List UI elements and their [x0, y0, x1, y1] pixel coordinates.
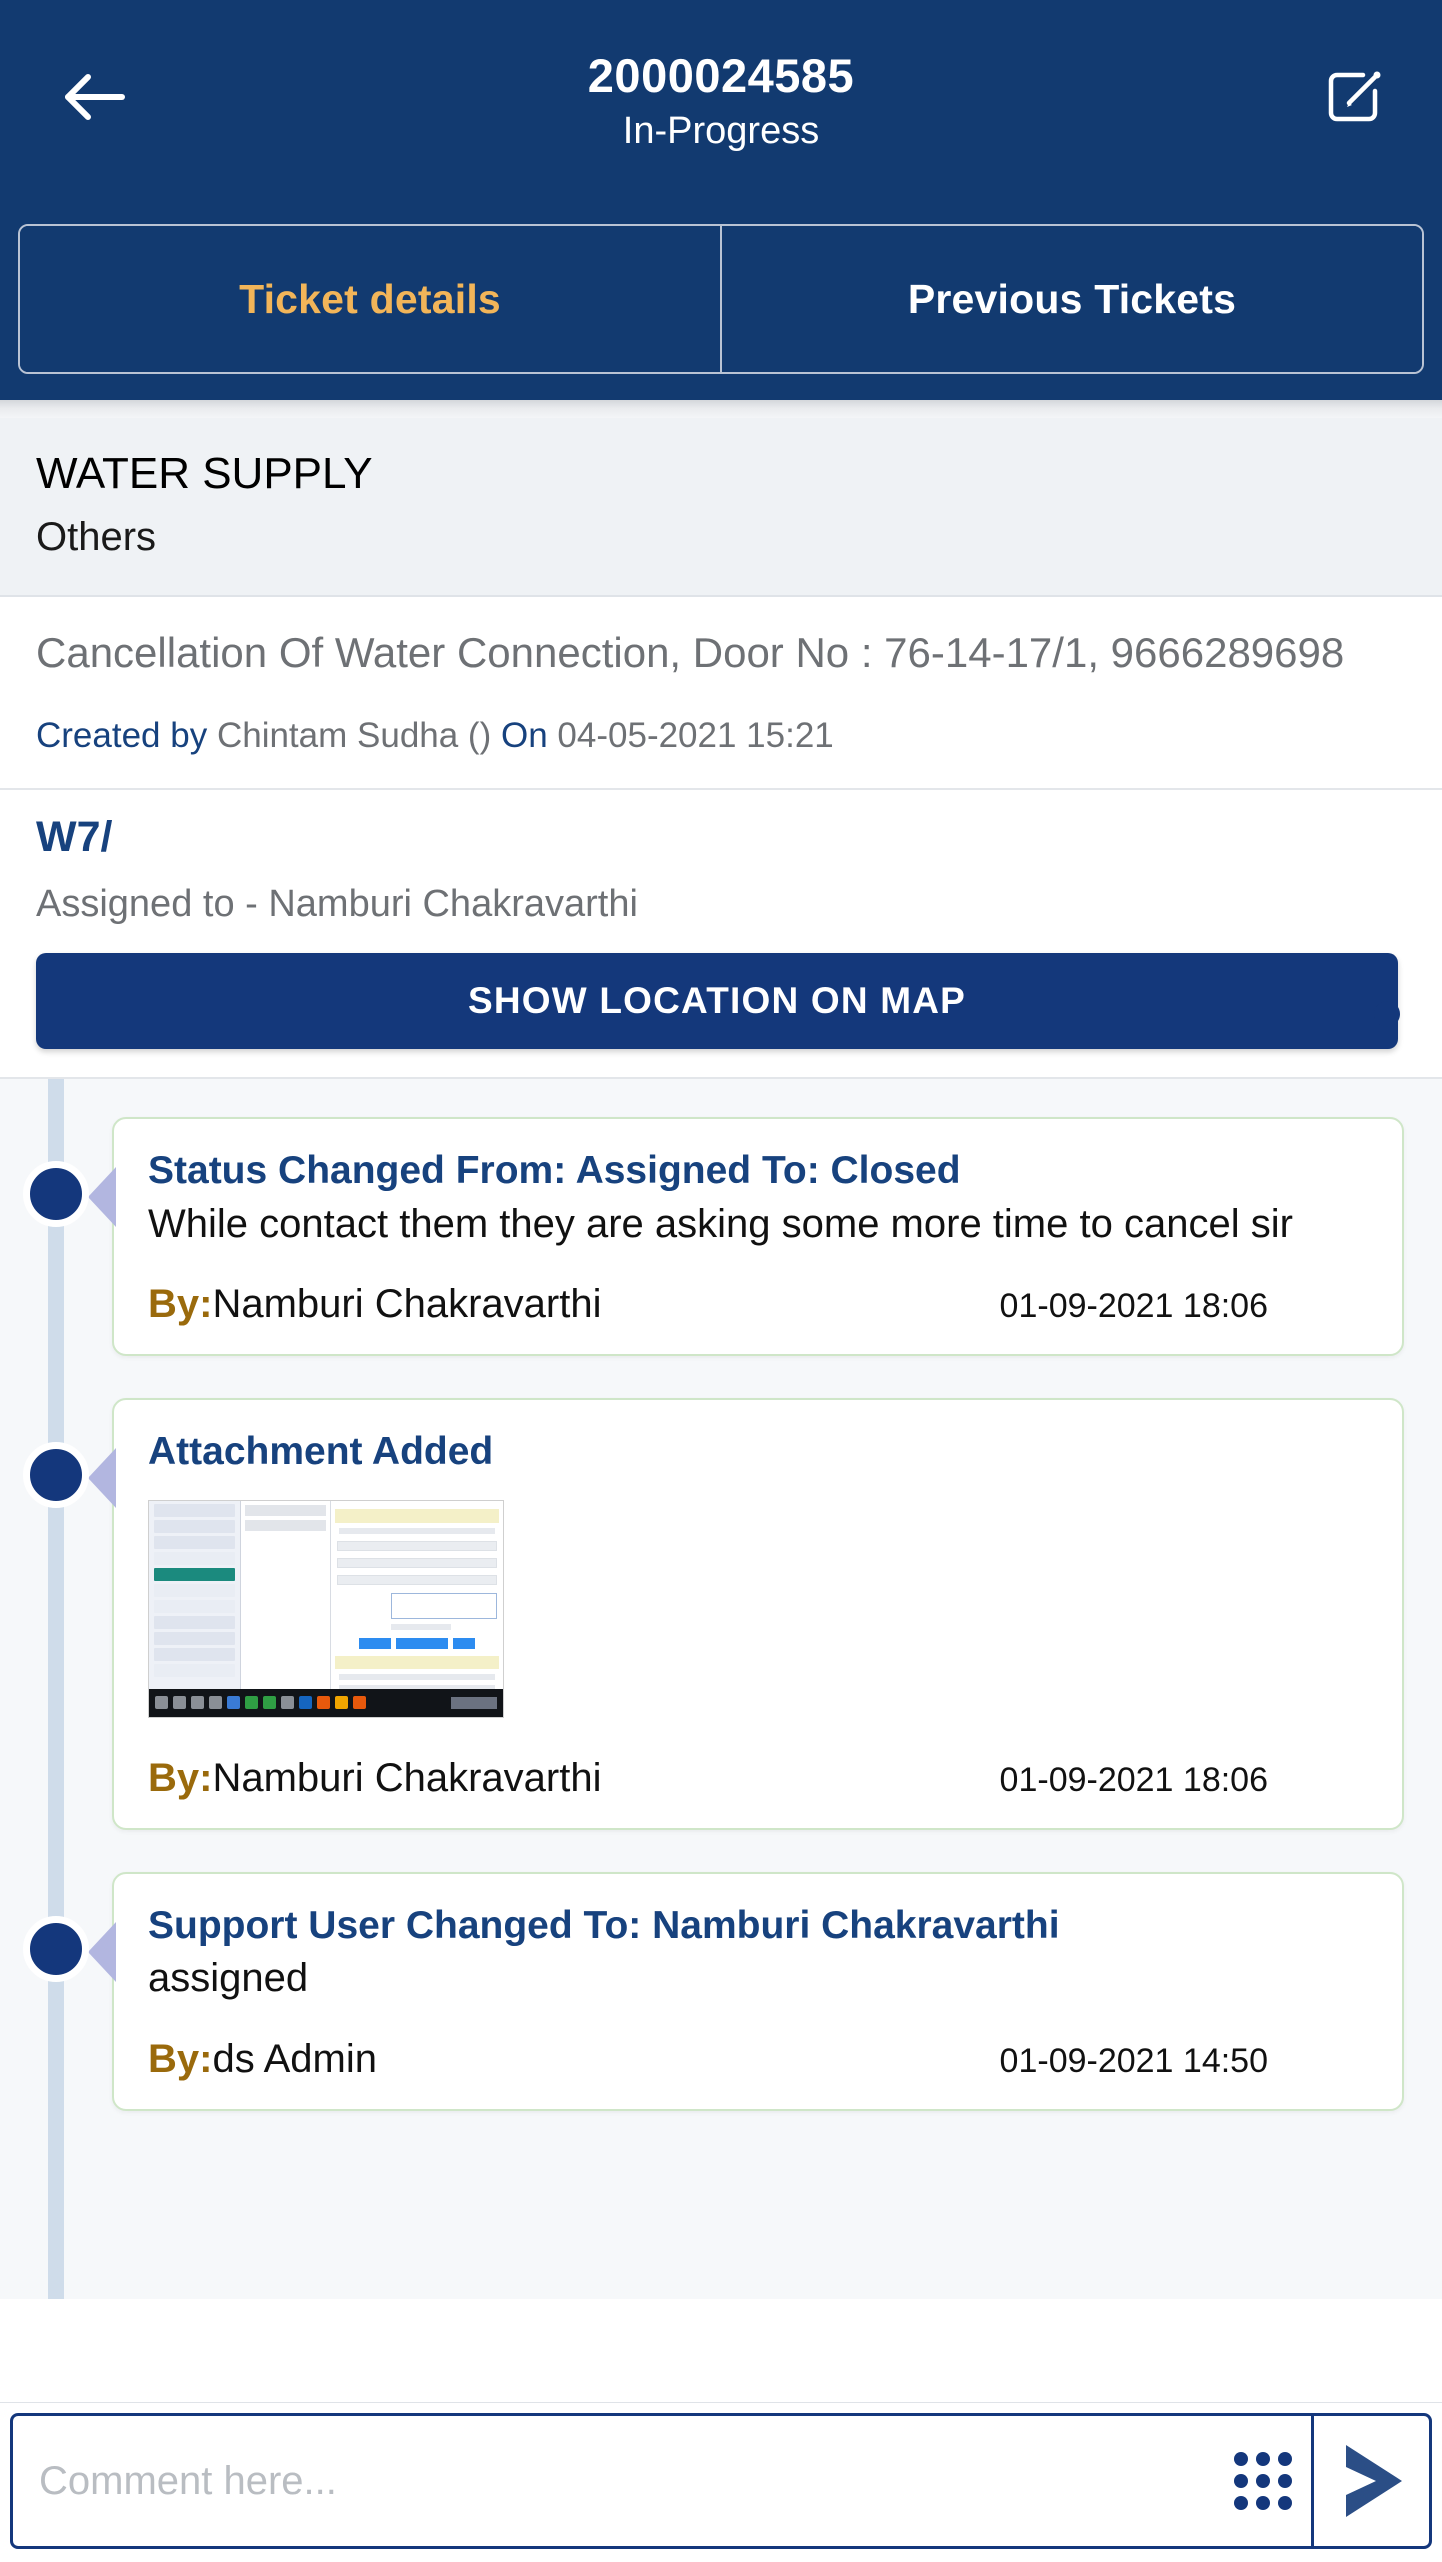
timeline-dot-icon [23, 1442, 89, 1509]
created-by-label: Created by [36, 715, 208, 755]
description-section: Cancellation Of Water Connection, Door N… [0, 597, 1442, 791]
thumb-taskbar [149, 1688, 503, 1717]
app-header: 2000024585 In-Progress [0, 0, 1442, 212]
timeline-arrow-icon [88, 1167, 116, 1228]
show-location-on-map-button[interactable]: SHOW LOCATION ON MAP [36, 953, 1398, 1050]
thumb-form-panel [331, 1500, 503, 1702]
created-on-label: On [500, 715, 548, 755]
by-label: By: [148, 2036, 213, 2081]
by-value: Namburi Chakravarthi [212, 1755, 602, 1800]
created-meta: Created by Chintam Sudha () On 04-05-202… [36, 713, 1406, 759]
timeline-card-body: assigned [148, 1956, 309, 2001]
ward-code: W7/ [36, 813, 113, 862]
by-value: ds Admin [212, 2036, 377, 2081]
header-divider [0, 400, 1442, 418]
timeline-card-body: While contact them they are asking some … [148, 1201, 1293, 1246]
comment-input[interactable] [13, 2416, 1215, 2546]
timeline-card-footer: By:Namburi Chakravarthi 01-09-2021 18:06 [148, 1754, 1368, 1802]
assigned-to-label: Assigned to - Namburi Chakravarthi [36, 882, 638, 925]
status-badge: In-Progress [622, 109, 820, 152]
by-label: By: [148, 1755, 213, 1800]
timeline-card-author: By:Namburi Chakravarthi [148, 1280, 601, 1328]
assignment-section: W7/ Assigned to - Namburi Chakravarthi S… [0, 790, 1442, 1078]
page-title: 2000024585 [587, 49, 855, 102]
timeline-item: Attachment Added By:Namburi Chakravarthi… [0, 1398, 1442, 1830]
tab-previous-tickets[interactable]: Previous Tickets [720, 226, 1422, 372]
timeline-card-timestamp: 01-09-2021 18:06 [999, 1760, 1268, 1799]
comment-bar [0, 2402, 1442, 2562]
timeline-card-footer: By:Namburi Chakravarthi 01-09-2021 18:06 [148, 1280, 1368, 1328]
timeline-card-timestamp: 01-09-2021 14:50 [999, 2041, 1268, 2080]
timeline-card-title: Status Changed From: Assigned To: Closed [148, 1149, 961, 1193]
send-arrow-icon [1345, 2445, 1402, 2517]
timeline-card-author: By:ds Admin [148, 2035, 377, 2083]
created-on-value: 04-05-2021 15:21 [557, 715, 834, 755]
timeline-card-title: Support User Changed To: Namburi Chakrav… [148, 1903, 1060, 1947]
category-section: WATER SUPPLY Others [0, 418, 1442, 598]
send-comment-button[interactable] [1311, 2416, 1429, 2546]
tab-ticket-details[interactable]: Ticket details [20, 226, 720, 372]
timeline-card-timestamp: 01-09-2021 18:06 [999, 1287, 1268, 1326]
attachment-thumbnail[interactable] [148, 1499, 504, 1718]
created-by-value: Chintam Sudha () [216, 715, 492, 755]
tab-bar: Ticket details Previous Tickets [0, 212, 1442, 400]
thumb-midpanel [241, 1500, 331, 1689]
timeline-arrow-icon [88, 1921, 116, 1982]
by-label: By: [148, 1282, 213, 1327]
header-title-group: 2000024585 In-Progress [0, 36, 1442, 152]
timeline-card-title: Attachment Added [148, 1430, 494, 1474]
complaint-description: Cancellation Of Water Connection, Door N… [36, 629, 1345, 677]
timeline-card[interactable]: Support User Changed To: Namburi Chakrav… [112, 1871, 1404, 2111]
arrow-left-icon [65, 74, 125, 120]
timeline-dot-icon [23, 1161, 89, 1228]
complaint-type-label: Others [36, 514, 157, 559]
timeline-dot-icon [23, 1915, 89, 1982]
timeline-arrow-icon [88, 1448, 116, 1509]
grid-dots-icon [1234, 2452, 1292, 2510]
timeline-card-author: By:Namburi Chakravarthi [148, 1754, 601, 1802]
thumb-sidebar [149, 1500, 241, 1689]
timeline-card[interactable]: Attachment Added By:Namburi Chakravarthi… [112, 1398, 1404, 1830]
by-value: Namburi Chakravarthi [212, 1282, 602, 1327]
attachment-grid-button[interactable] [1215, 2416, 1311, 2546]
map-button-row: SHOW LOCATION ON MAP [36, 953, 1406, 1077]
back-button[interactable] [52, 54, 138, 140]
timeline-item: Status Changed From: Assigned To: Closed… [0, 1117, 1442, 1357]
timeline-item: Support User Changed To: Namburi Chakrav… [0, 1871, 1442, 2111]
timeline-card-footer: By:ds Admin 01-09-2021 14:50 [148, 2035, 1368, 2083]
edit-square-pencil-icon [1328, 71, 1381, 122]
department-label: WATER SUPPLY [36, 449, 373, 498]
edit-button[interactable] [1314, 56, 1396, 138]
timeline-card[interactable]: Status Changed From: Assigned To: Closed… [112, 1117, 1404, 1357]
activity-timeline: Status Changed From: Assigned To: Closed… [0, 1079, 1442, 2300]
